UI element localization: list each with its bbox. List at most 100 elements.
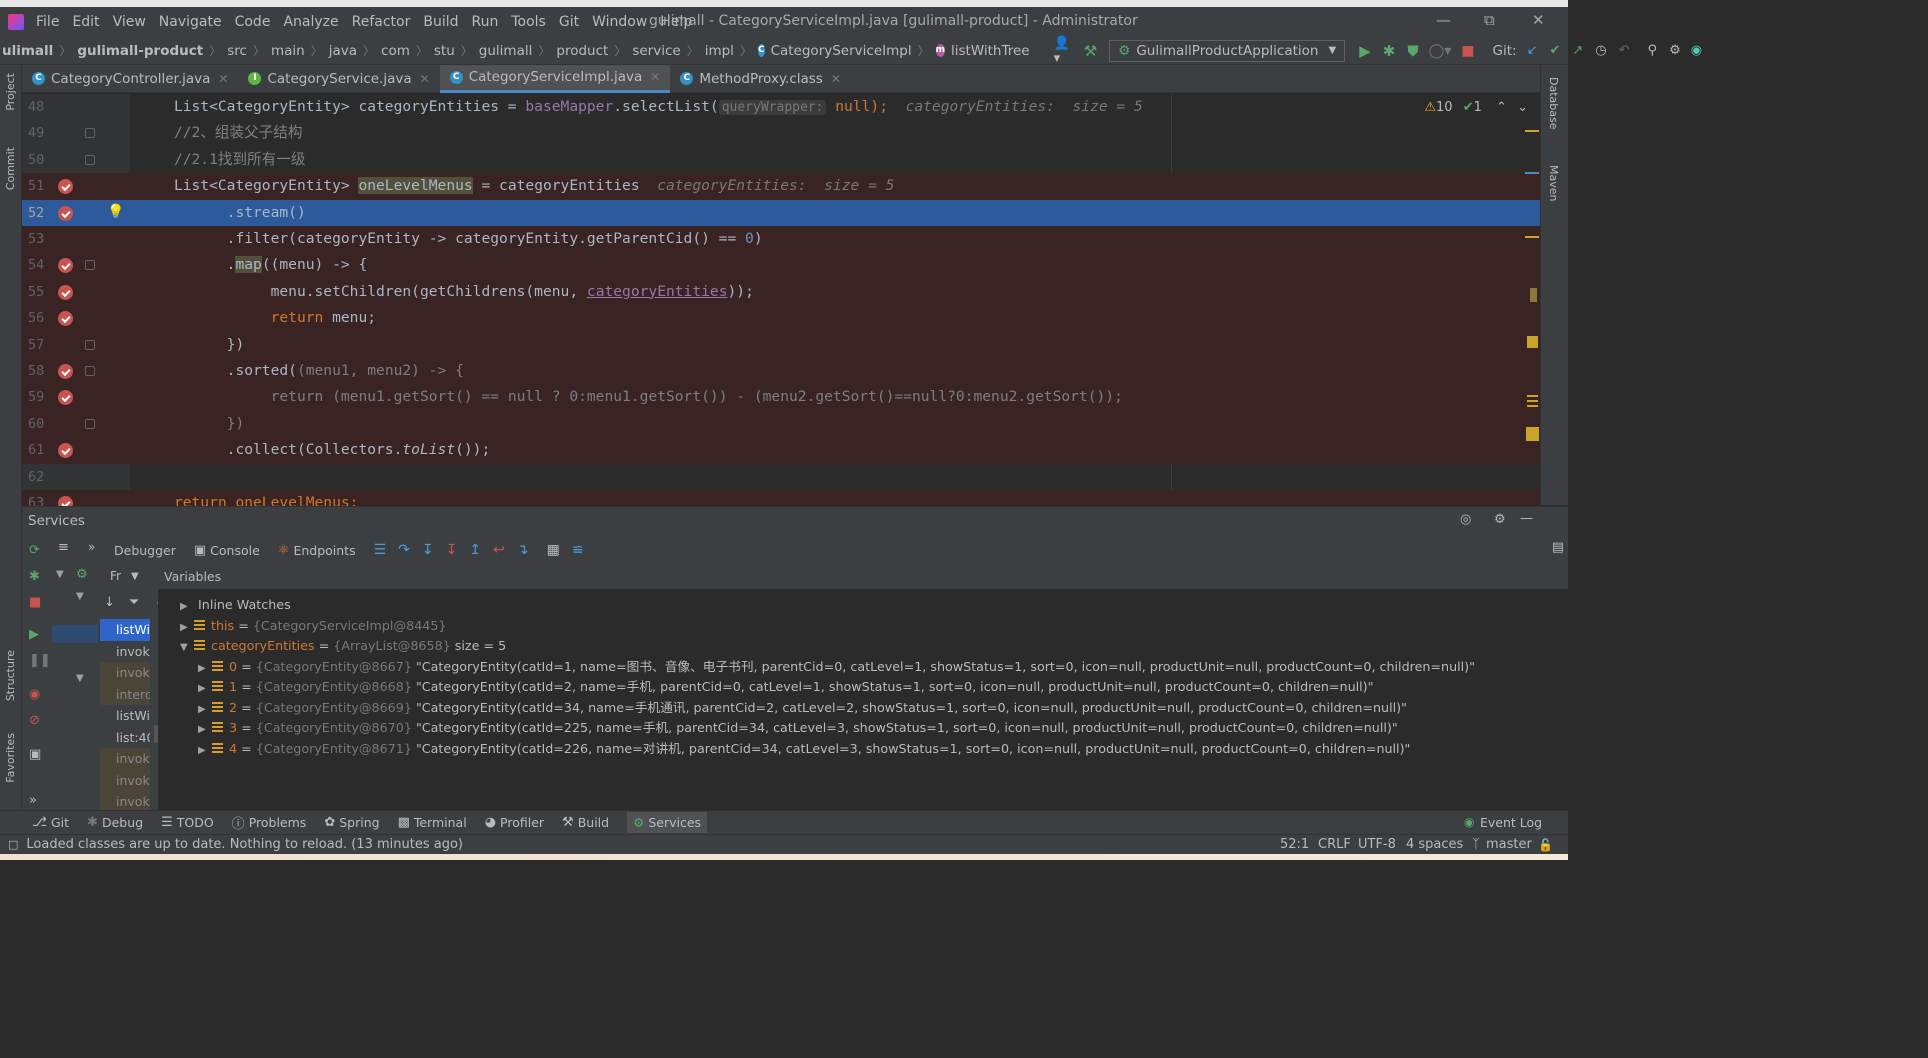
chevron-right-icon[interactable]: ▶ bbox=[180, 618, 194, 639]
tab-category-controller[interactable]: C CategoryController.java ✕ bbox=[22, 65, 238, 93]
close-tab-icon[interactable]: ✕ bbox=[831, 72, 841, 86]
run-to-cursor-icon[interactable]: ↴ bbox=[517, 542, 529, 558]
menu-analyze[interactable]: Analyze bbox=[283, 14, 338, 30]
menu-tools[interactable]: Tools bbox=[511, 14, 546, 30]
menu-edit[interactable]: Edit bbox=[72, 14, 99, 30]
tab-endpoints[interactable]: Endpoints bbox=[293, 543, 355, 558]
breakpoint-icon[interactable] bbox=[58, 179, 73, 195]
frame-item[interactable]: listWi bbox=[100, 619, 150, 641]
menu-git[interactable]: Git bbox=[559, 14, 579, 30]
selected-tree-row[interactable] bbox=[52, 625, 98, 643]
breadcrumb-java[interactable]: java bbox=[329, 43, 357, 59]
breadcrumb-com[interactable]: com bbox=[381, 43, 410, 59]
rerun-icon[interactable]: ⟳ bbox=[29, 543, 40, 558]
minimize-icon[interactable]: — bbox=[1436, 11, 1451, 29]
indent-setting[interactable]: 4 spaces bbox=[1406, 837, 1463, 852]
debug-icon[interactable]: ✱ bbox=[1383, 42, 1396, 60]
tool-tab-debug[interactable]: Debug bbox=[102, 815, 143, 830]
breakpoint-icon[interactable] bbox=[58, 284, 73, 300]
tool-tab-profiler[interactable]: Profiler bbox=[500, 815, 544, 830]
frame-item[interactable]: list:40 bbox=[100, 727, 150, 749]
tool-tab-services[interactable]: ⚙ Services bbox=[627, 812, 708, 833]
breadcrumb-root[interactable]: ulimall bbox=[2, 43, 53, 59]
step-over-icon[interactable]: ↷ bbox=[398, 542, 410, 558]
lightbulb-icon[interactable]: 💡 bbox=[107, 204, 124, 220]
frame-item[interactable]: invok bbox=[100, 769, 150, 791]
database-tool-button[interactable]: Database bbox=[1547, 77, 1560, 130]
fold-icon[interactable] bbox=[85, 339, 95, 350]
breadcrumb-service[interactable]: service bbox=[632, 43, 680, 59]
project-tool-button[interactable]: Project bbox=[4, 73, 17, 111]
lock-icon[interactable]: 🔓 bbox=[1538, 838, 1553, 852]
resume-icon[interactable]: ▶ bbox=[29, 627, 39, 642]
services-tree[interactable]: ▼ ⚙ ▼ ▼ bbox=[50, 563, 100, 811]
search-icon[interactable]: ⚲ bbox=[1648, 43, 1658, 58]
error-stripe-mark[interactable] bbox=[1525, 172, 1539, 174]
error-stripe-mark[interactable] bbox=[1526, 427, 1539, 441]
menu-build[interactable]: Build bbox=[423, 14, 458, 30]
variable-this[interactable]: ▶ this = {CategoryServiceImpl@8445} bbox=[180, 616, 447, 637]
fold-icon[interactable] bbox=[85, 128, 95, 139]
breadcrumb-method[interactable]: listWithTree bbox=[951, 43, 1030, 59]
pause-icon[interactable]: ❚❚ bbox=[29, 653, 51, 668]
error-stripe-mark[interactable] bbox=[1527, 336, 1538, 348]
menu-file[interactable]: File bbox=[36, 14, 59, 30]
tool-tab-spring[interactable]: Spring bbox=[339, 815, 379, 830]
chevron-down-icon[interactable]: ▼ bbox=[56, 569, 64, 580]
structure-tool-button[interactable]: Structure bbox=[4, 650, 17, 701]
chevron-down-icon[interactable]: ▼ bbox=[180, 638, 194, 659]
tab-category-service-impl[interactable]: C CategoryServiceImpl.java ✕ bbox=[439, 64, 671, 93]
menu-refactor[interactable]: Refactor bbox=[352, 14, 411, 30]
error-stripe-mark[interactable] bbox=[1527, 395, 1538, 409]
menu-view[interactable]: View bbox=[113, 14, 146, 30]
menu-code[interactable]: Code bbox=[235, 14, 271, 30]
evaluate-expression-icon[interactable]: ▦ bbox=[547, 542, 560, 558]
breadcrumb-product[interactable]: product bbox=[556, 43, 608, 59]
code-editor[interactable]: List<CategoryEntity> categoryEntities = … bbox=[130, 94, 1540, 506]
run-icon[interactable]: ▶ bbox=[1359, 42, 1371, 60]
tool-tab-problems[interactable]: Problems bbox=[249, 815, 307, 830]
filter-icon[interactable]: ⏷ bbox=[129, 595, 139, 610]
close-tab-icon[interactable]: ✕ bbox=[218, 72, 228, 86]
breadcrumb-module[interactable]: gulimall-product bbox=[77, 43, 203, 59]
tab-method-proxy[interactable]: C MethodProxy.class ✕ bbox=[670, 65, 851, 93]
view-breakpoints-icon[interactable]: ◉ bbox=[29, 687, 40, 702]
inspection-widget[interactable]: ⚠10 ✔1 ⌃ ⌄ bbox=[1424, 100, 1528, 115]
step-out-icon[interactable]: ↥ bbox=[469, 542, 481, 558]
collapse-all-icon[interactable]: ≡ bbox=[58, 540, 69, 555]
fold-icon[interactable] bbox=[85, 260, 95, 271]
tab-debugger[interactable]: Debugger bbox=[114, 543, 176, 558]
breakpoint-icon[interactable] bbox=[58, 364, 73, 379]
breadcrumb-src[interactable]: src bbox=[227, 43, 247, 59]
more-icon[interactable]: » bbox=[88, 540, 95, 554]
frame-item[interactable]: interc bbox=[100, 683, 150, 705]
chevron-right-icon[interactable]: ▶ bbox=[198, 659, 212, 680]
chevron-right-icon[interactable]: ▶ bbox=[198, 720, 212, 741]
menu-navigate[interactable]: Navigate bbox=[159, 14, 222, 30]
previous-highlight-icon[interactable]: ⌃ bbox=[1496, 100, 1507, 115]
tool-tab-build[interactable]: Build bbox=[578, 815, 609, 830]
variable-item[interactable]: ▶ 2 = {CategoryEntity@8669} "CategoryEnti… bbox=[198, 698, 1407, 719]
breakpoint-icon[interactable] bbox=[58, 258, 73, 274]
frame-item[interactable]: listWi bbox=[100, 705, 150, 727]
fold-icon[interactable] bbox=[85, 154, 95, 165]
breakpoint-icon[interactable] bbox=[58, 205, 73, 221]
menu-run[interactable]: Run bbox=[472, 14, 499, 30]
variable-item[interactable]: ▶ 4 = {CategoryEntity@8671} "CategoryEnti… bbox=[198, 739, 1410, 760]
plugin-icon[interactable]: ◉ bbox=[1691, 43, 1702, 58]
tab-category-service[interactable]: I CategoryService.java ✕ bbox=[238, 65, 439, 93]
git-push-icon[interactable]: ↗ bbox=[1572, 43, 1583, 58]
editor-gutter[interactable]: 48 49 50 51 52 💡 53 54 55 56 57 58 59 60 … bbox=[22, 94, 130, 517]
chevron-down-icon[interactable]: ▼ bbox=[76, 591, 84, 602]
stop-icon[interactable]: ■ bbox=[29, 595, 41, 610]
user-icon[interactable]: 👤▾ bbox=[1054, 36, 1070, 66]
close-tab-icon[interactable]: ✕ bbox=[420, 72, 430, 86]
history-icon[interactable]: ◷ bbox=[1595, 43, 1606, 58]
profile-icon[interactable]: ◯▾ bbox=[1429, 43, 1452, 59]
arrow-down-icon[interactable]: ↓ bbox=[104, 595, 115, 610]
status-square-icon[interactable]: □ bbox=[8, 838, 18, 851]
frame-item[interactable]: invok bbox=[100, 662, 150, 684]
inline-watches-row[interactable]: ▶ Inline Watches bbox=[180, 595, 291, 616]
frame-item[interactable]: invok bbox=[100, 748, 150, 770]
git-branch[interactable]: master bbox=[1486, 837, 1532, 852]
